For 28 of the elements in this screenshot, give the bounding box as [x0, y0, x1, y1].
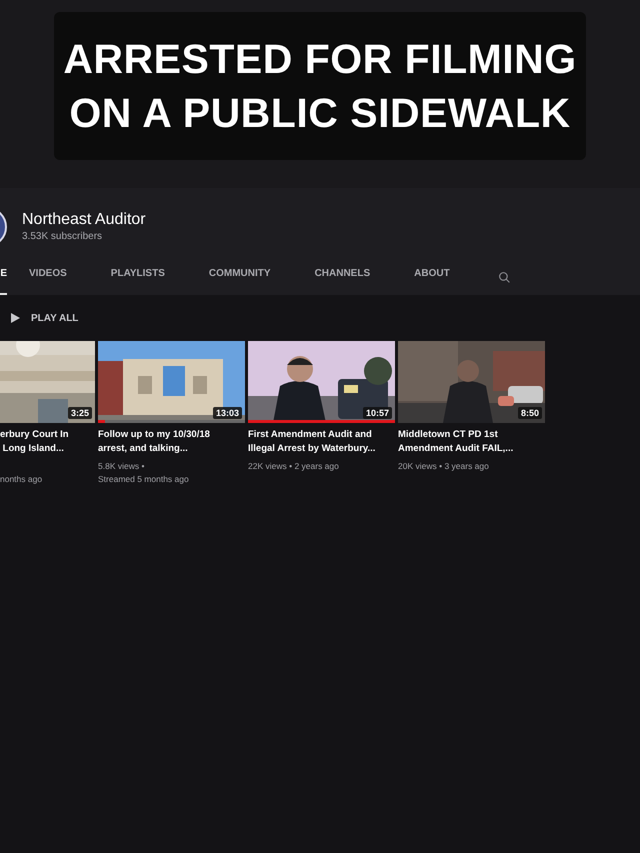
video-duration: 3:25 [68, 407, 92, 419]
channel-name: Northeast Auditor [22, 210, 146, 230]
channel-tab[interactable]: E [0, 262, 7, 295]
caption-text: ARRESTED FOR FILMING ON A PUBLIC SIDEWALK [54, 12, 586, 160]
video-meta: nonths ago [0, 473, 44, 486]
video-title[interactable]: First Amendment Audit and Illegal Arrest by Waterbury... [248, 428, 395, 456]
video-thumbnail[interactable]: 10:57 [248, 341, 395, 423]
play-all-button[interactable]: PLAY ALL [11, 310, 78, 326]
video-title[interactable]: erbury Court In Long Island... [0, 428, 95, 456]
video-title[interactable]: Follow up to my 10/30/18 arrest, and talking... [98, 428, 245, 456]
video-duration: 13:03 [212, 407, 242, 419]
search-icon[interactable] [498, 271, 511, 284]
play-icon [11, 313, 20, 323]
video-meta: 5.8K views • Streamed 5 months ago [98, 460, 190, 486]
video-thumbnail[interactable]: 3:25 [0, 341, 95, 423]
channel-tab[interactable]: CHANNELS [292, 262, 392, 295]
video-thumbnail[interactable]: 8:50 [398, 341, 545, 423]
subscriber-count: 3.53K subscribers [22, 230, 104, 244]
channel-tab[interactable]: VIDEOS [7, 262, 89, 295]
channel-tab[interactable]: ABOUT [392, 262, 472, 295]
video-duration: 10:57 [362, 407, 392, 419]
video-title[interactable]: Middletown CT PD 1st Amendment Audit FAIL,... [398, 428, 545, 456]
video-meta: 22K views • 2 years ago [248, 460, 340, 473]
video-thumbnail[interactable]: 13:03 [98, 341, 245, 423]
channel-tab[interactable]: COMMUNITY [186, 262, 293, 295]
channel-tab[interactable]: PLAYLISTS [88, 262, 187, 295]
video-duration: 8:50 [518, 407, 542, 419]
video-meta: 20K views • 3 years ago [398, 460, 490, 473]
